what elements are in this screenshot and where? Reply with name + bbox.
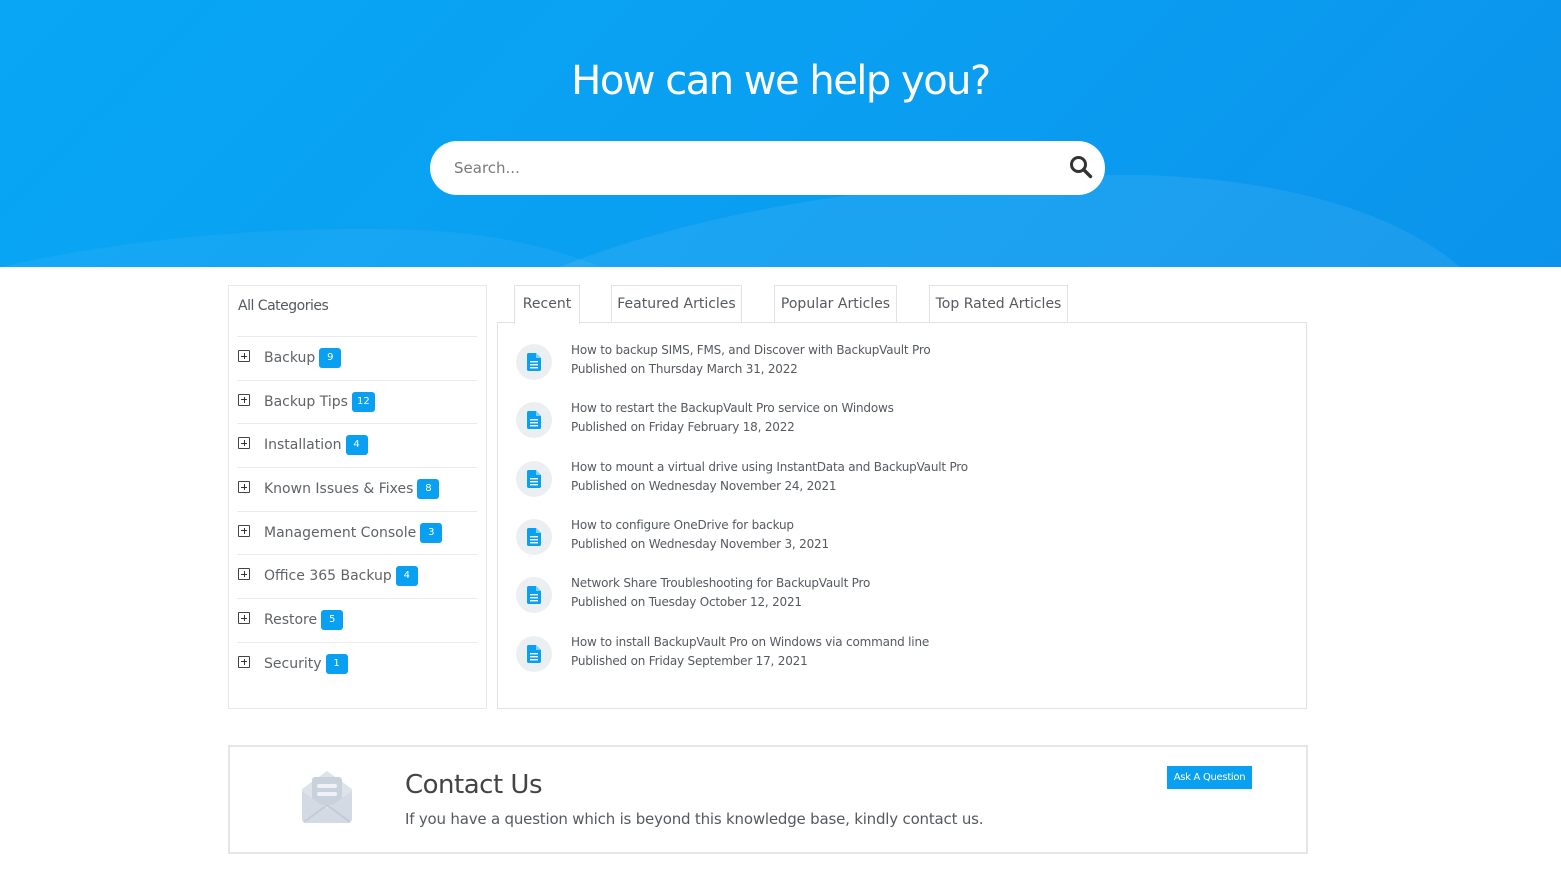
plus-square-icon[interactable] bbox=[238, 393, 250, 406]
contact-title: Contact Us bbox=[405, 770, 543, 800]
category-count-badge: 1 bbox=[325, 653, 348, 674]
plus-square-icon[interactable] bbox=[238, 350, 250, 362]
category-item[interactable]: Restore 5 bbox=[237, 598, 477, 642]
plus-square-icon[interactable] bbox=[238, 655, 250, 668]
category-count-badge: 12 bbox=[351, 391, 375, 412]
article-title[interactable]: Network Share Troubleshooting for Backup… bbox=[571, 576, 870, 590]
article-date: Published on Wednesday November 3, 2021 bbox=[571, 536, 829, 551]
category-item[interactable]: Backup 9 bbox=[237, 336, 477, 380]
tab-popular-articles[interactable]: Popular Articles bbox=[774, 285, 897, 323]
category-item[interactable]: Installation 4 bbox=[237, 423, 477, 467]
contact-description: If you have a question which is beyond t… bbox=[405, 810, 984, 828]
plus-square-icon[interactable] bbox=[238, 524, 250, 537]
category-count-badge: 8 bbox=[417, 479, 440, 500]
category-count-badge: 5 bbox=[321, 610, 344, 631]
contact-section: Contact Us If you have a question which … bbox=[228, 745, 1308, 854]
category-row: Backup Tips 12 bbox=[264, 391, 375, 412]
category-row: Management Console 3 bbox=[264, 522, 443, 543]
tab-featured-articles[interactable]: Featured Articles bbox=[611, 285, 742, 323]
category-row: Backup 9 bbox=[264, 348, 342, 368]
category-label[interactable]: Installation bbox=[264, 437, 342, 453]
category-item[interactable]: Known Issues & Fixes 8 bbox=[237, 467, 477, 511]
search-input[interactable] bbox=[454, 141, 1054, 195]
category-row: Known Issues & Fixes 8 bbox=[264, 479, 440, 500]
article-item[interactable]: How to restart the BackupVault Pro servi… bbox=[516, 401, 1276, 441]
category-label[interactable]: Security bbox=[264, 656, 322, 672]
search-icon[interactable] bbox=[1069, 155, 1093, 179]
article-item[interactable]: How to backup SIMS, FMS, and Discover wi… bbox=[516, 343, 1276, 383]
article-date: Published on Friday September 17, 2021 bbox=[571, 653, 808, 668]
categories-sidebar: All Categories Backup 9 Backup Tips 12 Insta… bbox=[228, 285, 487, 709]
article-list-panel: How to backup SIMS, FMS, and Discover wi… bbox=[497, 322, 1307, 709]
open-envelope-icon bbox=[298, 767, 356, 827]
category-label[interactable]: Management Console bbox=[264, 525, 416, 541]
document-icon bbox=[516, 577, 552, 614]
article-item[interactable]: How to mount a virtual drive using Insta… bbox=[516, 460, 1276, 500]
article-item[interactable]: How to install BackupVault Pro on Window… bbox=[516, 635, 1276, 675]
article-date: Published on Wednesday November 24, 2021 bbox=[571, 478, 837, 493]
document-icon bbox=[516, 518, 552, 555]
category-count-badge: 4 bbox=[395, 566, 418, 587]
search-bar bbox=[430, 141, 1105, 195]
article-date: Published on Friday February 18, 2022 bbox=[571, 420, 795, 435]
category-count-badge: 3 bbox=[420, 522, 443, 543]
category-row: Security 1 bbox=[264, 653, 348, 674]
plus-square-icon[interactable] bbox=[238, 568, 250, 581]
category-item[interactable]: Management Console 3 bbox=[237, 510, 477, 555]
category-count-badge: 4 bbox=[345, 435, 368, 456]
category-label[interactable]: Office 365 Backup bbox=[264, 568, 392, 584]
category-label[interactable]: Backup Tips bbox=[264, 394, 348, 410]
plus-square-icon[interactable] bbox=[238, 612, 250, 625]
article-title[interactable]: How to backup SIMS, FMS, and Discover wi… bbox=[571, 343, 931, 357]
category-item[interactable]: Security 1 bbox=[237, 641, 477, 686]
sidebar-title: All Categories bbox=[238, 298, 329, 314]
category-row: Installation 4 bbox=[264, 435, 368, 456]
document-icon bbox=[516, 635, 552, 672]
article-title[interactable]: How to install BackupVault Pro on Window… bbox=[571, 635, 929, 649]
category-label[interactable]: Backup bbox=[264, 350, 315, 366]
hero-banner: How can we help you? bbox=[0, 0, 1561, 267]
category-row: Office 365 Backup 4 bbox=[264, 566, 418, 587]
category-label[interactable]: Restore bbox=[264, 612, 317, 628]
hero-title: How can we help you? bbox=[571, 58, 991, 104]
tab-recent[interactable]: Recent bbox=[514, 285, 580, 324]
article-item[interactable]: How to configure OneDrive for backup Publ… bbox=[516, 518, 1276, 558]
category-label[interactable]: Known Issues & Fixes bbox=[264, 481, 413, 497]
document-icon bbox=[516, 344, 552, 380]
article-date: Published on Tuesday October 12, 2021 bbox=[571, 595, 802, 610]
article-date: Published on Thursday March 31, 2022 bbox=[571, 362, 798, 376]
document-icon bbox=[516, 402, 552, 439]
category-count-badge: 9 bbox=[319, 348, 342, 368]
article-title[interactable]: How to configure OneDrive for backup bbox=[571, 518, 794, 532]
ask-question-button[interactable]: Ask A Question bbox=[1167, 766, 1252, 789]
category-item[interactable]: Office 365 Backup 4 bbox=[237, 554, 477, 598]
article-item[interactable]: Network Share Troubleshooting for Backup… bbox=[516, 576, 1276, 616]
tab-top-rated-articles[interactable]: Top Rated Articles bbox=[929, 285, 1068, 323]
document-icon bbox=[516, 460, 552, 497]
article-title[interactable]: How to mount a virtual drive using Insta… bbox=[571, 460, 968, 474]
category-row: Restore 5 bbox=[264, 610, 344, 631]
category-list: Backup 9 Backup Tips 12 Installation 4 Known I… bbox=[237, 336, 477, 686]
plus-square-icon[interactable] bbox=[238, 481, 250, 494]
hero-background-wave bbox=[0, 174, 1460, 267]
plus-square-icon[interactable] bbox=[238, 437, 250, 450]
category-item[interactable]: Backup Tips 12 bbox=[237, 379, 477, 424]
article-title[interactable]: How to restart the BackupVault Pro servi… bbox=[571, 401, 894, 415]
